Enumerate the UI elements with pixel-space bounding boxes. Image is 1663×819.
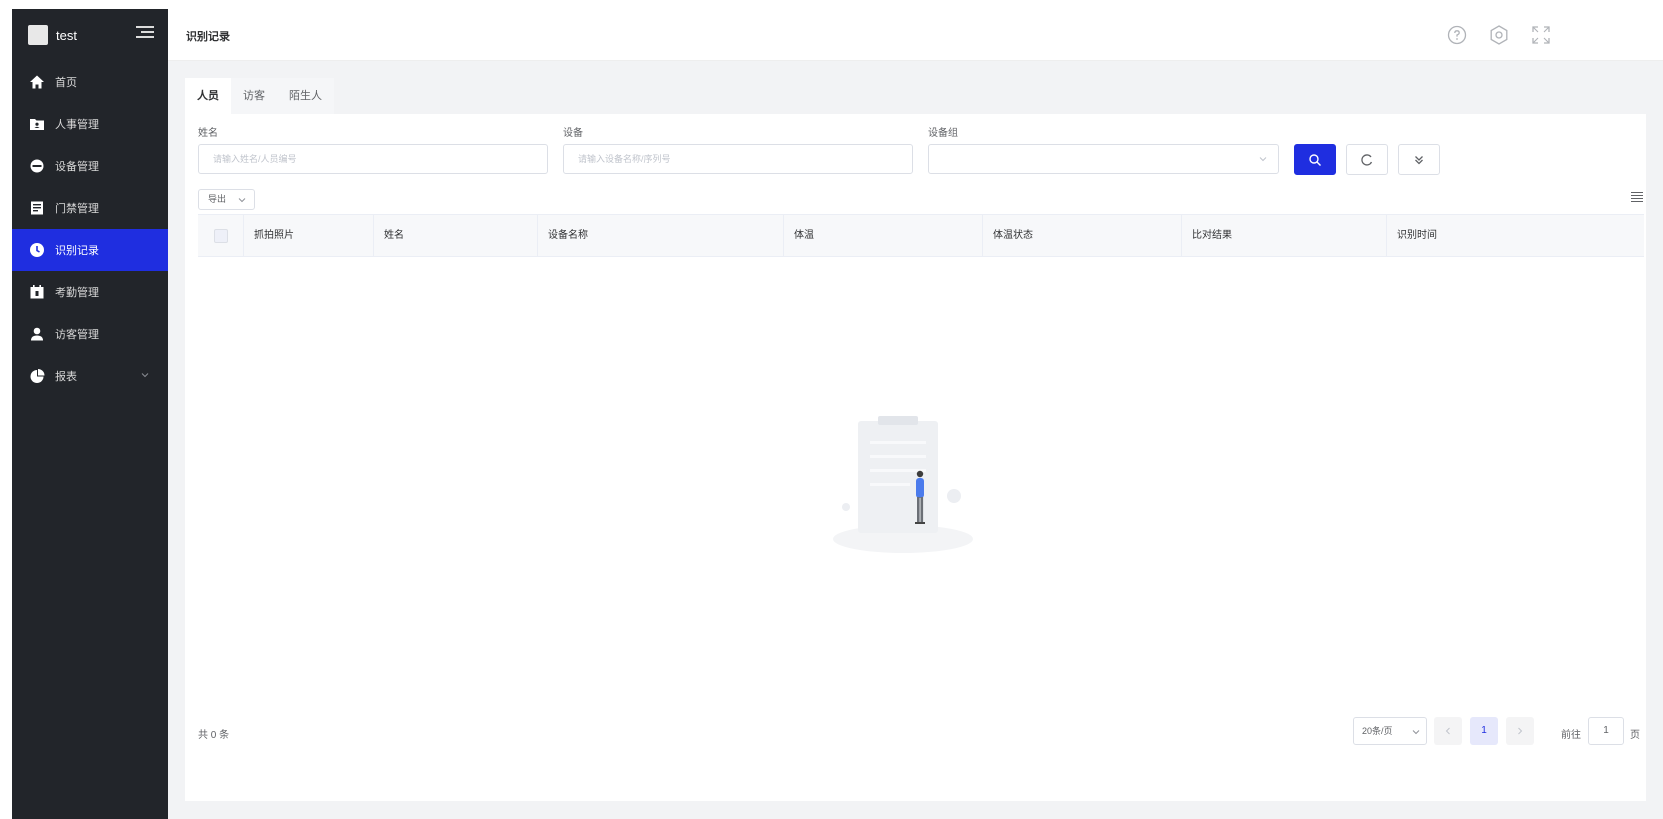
column-header-temperature[interactable]: 体温 <box>784 215 983 256</box>
empty-state-illustration <box>833 416 973 553</box>
sidebar-item-label: 门禁管理 <box>55 203 99 215</box>
device-filter-label: 设备 <box>563 128 583 139</box>
device-filter-input[interactable]: 请输入设备名称/序列号 <box>563 144 913 174</box>
next-page-button[interactable] <box>1506 717 1534 745</box>
column-header-name[interactable]: 姓名 <box>374 215 538 256</box>
export-dropdown[interactable]: 导出 <box>198 189 255 210</box>
app-root: test 首页 人事管理 设备管理 门禁管理 识别记录 考勤管理 访客管理 报表… <box>0 0 1663 819</box>
page-number-current[interactable]: 1 <box>1470 717 1498 745</box>
sidebar-menu: 首页 人事管理 设备管理 门禁管理 识别记录 考勤管理 访客管理 报表 <box>12 61 168 397</box>
sidebar-item-recognition-records[interactable]: 识别记录 <box>12 229 168 271</box>
brand-name: test <box>56 27 77 43</box>
column-header-temperature-status[interactable]: 体温状态 <box>983 215 1182 256</box>
page-size-label: 20条/页 <box>1362 726 1393 736</box>
sidebar-item-label: 人事管理 <box>55 119 99 131</box>
reset-button[interactable] <box>1346 144 1388 175</box>
select-all-cell <box>198 215 244 256</box>
sidebar-item-label: 识别记录 <box>55 245 99 257</box>
sidebar-item-label: 首页 <box>55 77 77 89</box>
tab-strangers[interactable]: 陌生人 <box>277 78 334 114</box>
help-icon[interactable] <box>1446 24 1468 46</box>
calendar-icon <box>28 283 46 301</box>
export-label: 导出 <box>208 194 227 204</box>
prev-page-button[interactable] <box>1434 717 1462 745</box>
device-group-select[interactable] <box>928 144 1279 174</box>
access-control-icon <box>28 199 46 217</box>
device-icon <box>28 157 46 175</box>
column-header-device-name[interactable]: 设备名称 <box>538 215 784 256</box>
device-group-filter-label: 设备组 <box>928 128 958 139</box>
brand: test <box>12 9 168 61</box>
sidebar-item-access-control[interactable]: 门禁管理 <box>12 187 168 229</box>
name-filter-input[interactable]: 请输入姓名/人员编号 <box>198 144 548 174</box>
pie-chart-icon <box>28 367 46 385</box>
column-header-photo[interactable]: 抓拍照片 <box>244 215 374 256</box>
sidebar-item-device[interactable]: 设备管理 <box>12 145 168 187</box>
sidebar-item-attendance[interactable]: 考勤管理 <box>12 271 168 313</box>
menu-fold-icon[interactable] <box>136 26 154 42</box>
sidebar-item-home[interactable]: 首页 <box>12 61 168 103</box>
sidebar-item-label: 访客管理 <box>55 329 99 341</box>
column-header-match-result[interactable]: 比对结果 <box>1182 215 1387 256</box>
record-type-tabs: 人员 访客 陌生人 <box>185 78 334 114</box>
sidebar-item-personnel[interactable]: 人事管理 <box>12 103 168 145</box>
chevron-down-icon <box>141 373 149 378</box>
sidebar-item-label: 考勤管理 <box>55 287 99 299</box>
name-filter-label: 姓名 <box>198 128 218 139</box>
column-header-recognition-time[interactable]: 识别时间 <box>1387 215 1644 256</box>
chevron-down-icon <box>1412 730 1420 735</box>
page-title: 识别记录 <box>186 31 230 43</box>
total-count: 共 0 条 <box>198 730 230 741</box>
expand-filters-button[interactable] <box>1398 144 1440 175</box>
sidebar-item-visitor[interactable]: 访客管理 <box>12 313 168 355</box>
goto-label: 前往 <box>1561 730 1581 741</box>
fullscreen-icon[interactable] <box>1530 24 1552 46</box>
page-size-select[interactable]: 20条/页 <box>1353 717 1427 745</box>
sidebar-item-label: 设备管理 <box>55 161 99 173</box>
double-chevron-down-icon <box>1415 155 1423 164</box>
goto-page-input[interactable]: 1 <box>1588 717 1624 745</box>
sidebar-item-label: 报表 <box>55 371 77 383</box>
clock-icon <box>28 241 46 259</box>
visitor-icon <box>28 325 46 343</box>
chevron-left-icon <box>1445 727 1450 735</box>
personnel-folder-icon <box>28 115 46 133</box>
settings-icon[interactable] <box>1488 24 1510 46</box>
main-content: 人员 访客 陌生人 姓名 请输入姓名/人员编号 设备 请输入设备名称/序列号 设… <box>168 61 1663 819</box>
column-setting-icon[interactable] <box>1630 191 1644 203</box>
tab-visitors[interactable]: 访客 <box>231 78 277 114</box>
sidebar-item-reports[interactable]: 报表 <box>12 355 168 397</box>
chevron-down-icon <box>1259 157 1267 162</box>
select-all-checkbox[interactable] <box>213 228 228 243</box>
chevron-right-icon <box>1518 727 1523 735</box>
chevron-down-icon <box>238 198 246 203</box>
search-icon <box>1309 153 1321 166</box>
tab-personnel[interactable]: 人员 <box>185 78 231 114</box>
goto-suffix: 页 <box>1630 730 1640 741</box>
sidebar: test 首页 人事管理 设备管理 门禁管理 识别记录 考勤管理 访客管理 报表 <box>12 9 168 819</box>
app-logo-icon <box>28 25 48 45</box>
table-header: 抓拍照片 姓名 设备名称 体温 体温状态 比对结果 识别时间 <box>198 214 1644 257</box>
home-icon <box>28 73 46 91</box>
records-panel: 姓名 请输入姓名/人员编号 设备 请输入设备名称/序列号 设备组 导出 抓拍照片… <box>185 114 1646 801</box>
search-button[interactable] <box>1294 144 1336 175</box>
refresh-icon <box>1361 153 1373 166</box>
top-header: 识别记录 <box>168 9 1663 61</box>
